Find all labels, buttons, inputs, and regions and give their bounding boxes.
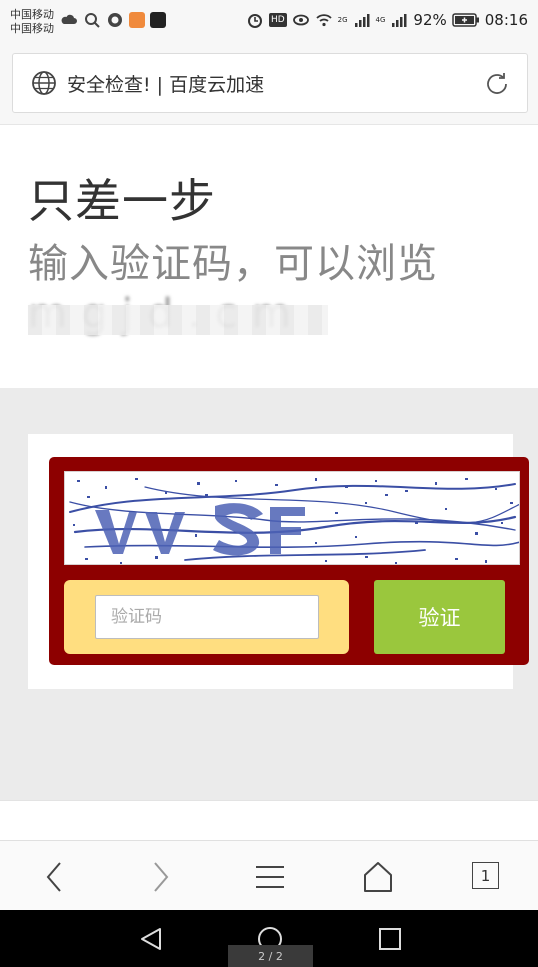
captcha-input-panel (64, 580, 349, 654)
battery-percent: 92% (413, 11, 447, 29)
carrier-1: 中国移动 (10, 8, 54, 21)
square-recents-icon (379, 928, 401, 950)
page-title: 安全检查! | 百度云加速 (67, 73, 265, 96)
captcha-input[interactable] (95, 595, 319, 639)
page-indicator: 2 / 2 (228, 945, 313, 967)
q-app-icon (108, 13, 122, 27)
status-bar: 中国移动 中国移动 HD 2G 4G 92% 08:16 (0, 0, 538, 44)
cloud-icon (61, 14, 77, 24)
browser-toolbar: 1 (0, 840, 538, 910)
system-nav-bar: 2 / 2 (0, 910, 538, 967)
eye-icon (292, 14, 309, 26)
notification-icons (60, 11, 166, 29)
heading-title: 只差一步 (28, 174, 216, 228)
nav-recents-button[interactable] (375, 924, 405, 954)
system-status: HD 2G 4G 92% 08:16 (246, 11, 528, 29)
nav-back-button[interactable] (136, 924, 166, 954)
captcha-frame: 验证 (49, 457, 529, 665)
tiktok-icon (150, 12, 166, 28)
heading-subtitle: 输入验证码，可以浏览 (28, 241, 438, 287)
home-icon (364, 862, 392, 892)
signal-icon (354, 14, 370, 27)
globe-icon (32, 71, 56, 95)
back-button[interactable] (36, 859, 72, 895)
reload-icon[interactable] (483, 70, 511, 98)
wifi-icon (316, 14, 332, 27)
carrier-2: 中国移动 (10, 22, 54, 35)
menu-icon (256, 866, 284, 888)
page-footer-area (0, 800, 538, 840)
page-header: 只差一步 输入验证码，可以浏览 m g j d . c m (0, 124, 538, 388)
menu-button[interactable] (252, 859, 288, 895)
verify-button[interactable]: 验证 (374, 580, 505, 654)
hd-badge: HD (268, 13, 287, 27)
alarm-icon (247, 14, 262, 28)
chevron-left-icon (46, 862, 61, 892)
chevron-right-icon (154, 862, 169, 892)
captcha-section: 验证 (0, 388, 538, 800)
signal-4g-label: 4G (375, 16, 386, 24)
redaction-mosaic (28, 305, 328, 335)
battery-icon (452, 13, 479, 27)
signal-icon-2 (392, 14, 407, 27)
tabs-button[interactable]: 1 (472, 862, 499, 889)
clock: 08:16 (484, 11, 528, 29)
triangle-back-icon (141, 928, 161, 950)
home-button[interactable] (360, 859, 396, 895)
address-bar[interactable]: 安全检查! | 百度云加速 (12, 53, 528, 113)
search-icon (85, 13, 100, 28)
signal-2g-label: 2G (337, 16, 348, 24)
captcha-image[interactable] (64, 471, 520, 565)
carrier-labels: 中国移动 中国移动 (10, 8, 54, 36)
orange-app-icon (129, 12, 145, 28)
address-bar-container: 安全检查! | 百度云加速 (0, 44, 538, 124)
forward-button[interactable] (143, 859, 179, 895)
